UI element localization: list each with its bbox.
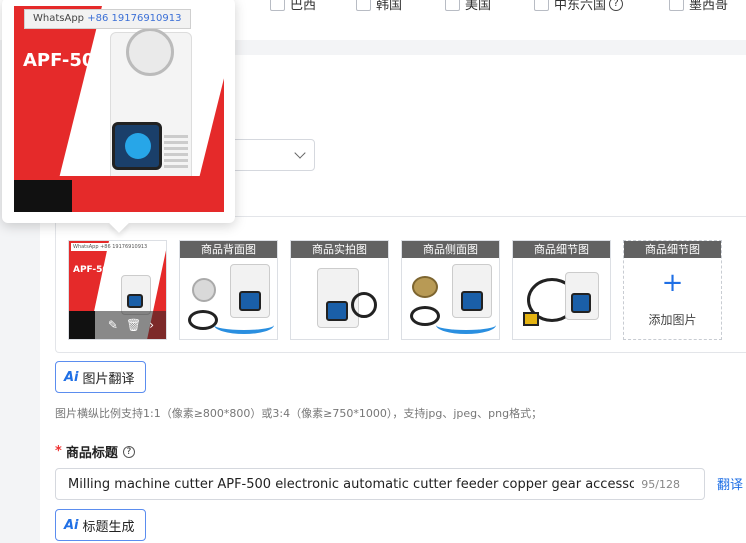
help-icon[interactable]: ?: [122, 445, 135, 458]
plus-icon: +: [661, 268, 684, 298]
thumb-product-name: APF-500: [73, 265, 115, 275]
slot-label: 商品背面图: [180, 241, 277, 258]
checkbox-icon[interactable]: [270, 0, 285, 11]
preview-image: WhatsApp +86 19176910913 APF-500: [14, 6, 224, 212]
image-slot-back[interactable]: 商品背面图: [179, 240, 278, 340]
dropdown-select[interactable]: [226, 139, 315, 171]
slot-label: 商品实拍图: [291, 241, 388, 258]
watermark-text: WhatsApp +86 19176910913: [71, 243, 150, 251]
preview-product-name: APF-500: [23, 50, 107, 71]
image-slot-real[interactable]: 商品实拍图: [290, 240, 389, 340]
slot-label: 商品侧面图: [402, 241, 499, 258]
product-title-label: * 商品标题 ?: [55, 442, 135, 461]
product-title-value[interactable]: Milling machine cutter APF-500 electroni…: [68, 477, 634, 492]
country-checkbox-usa[interactable]: 美国: [445, 0, 491, 13]
image-slot-detail[interactable]: 商品细节图: [512, 240, 611, 340]
help-icon[interactable]: ?: [609, 0, 624, 11]
chevron-right-icon[interactable]: ›: [149, 318, 154, 332]
add-image-label: 添加图片: [648, 313, 697, 327]
main-image-thumb[interactable]: WhatsApp +86 19176910913 APF-500 ✎ 🗑 ›: [68, 240, 167, 340]
image-translate-button[interactable]: Ai 图片翻译: [55, 361, 146, 393]
checkbox-icon[interactable]: [445, 0, 460, 11]
country-checkbox-mexico[interactable]: 墨西哥: [669, 0, 728, 13]
checkbox-icon[interactable]: [669, 0, 684, 11]
slot-label: 商品细节图: [624, 241, 721, 258]
watermark-text: WhatsApp +86 19176910913: [24, 9, 191, 29]
product-photo: [180, 258, 277, 339]
add-image-tile[interactable]: 商品细节图 + 添加图片: [623, 240, 722, 340]
translate-title-link[interactable]: 翻译: [717, 474, 743, 493]
generate-title-button[interactable]: Ai 标题生成: [55, 509, 146, 541]
product-photo: [513, 258, 610, 339]
image-redaction-block: [14, 180, 72, 212]
country-checkbox-brazil[interactable]: 巴西: [270, 0, 316, 13]
required-mark: *: [55, 444, 62, 459]
delete-icon[interactable]: 🗑: [126, 318, 141, 332]
image-redaction-block: [69, 311, 95, 339]
image-slot-side[interactable]: 商品侧面图: [401, 240, 500, 340]
country-checkbox-middle-east[interactable]: 中东六国?: [534, 0, 624, 13]
image-format-hint: 图片横纵比例支持1:1（像素≥800*800）或3:4（像素≥750*1000）…: [55, 407, 543, 420]
checkbox-icon[interactable]: [356, 0, 371, 11]
char-counter: 95/128: [641, 478, 680, 491]
image-preview-popover: WhatsApp +86 19176910913 APF-500: [2, 0, 235, 223]
checkbox-icon[interactable]: [534, 0, 549, 11]
chevron-down-icon: [294, 147, 306, 159]
product-photo: [291, 258, 388, 339]
machine-graphic: [121, 275, 151, 315]
product-title-input[interactable]: Milling machine cutter APF-500 electroni…: [55, 468, 705, 500]
edit-icon[interactable]: ✎: [108, 318, 118, 332]
product-photo: [402, 258, 499, 339]
slot-label: 商品细节图: [513, 241, 610, 258]
ai-icon: Ai: [64, 517, 79, 533]
ai-icon: Ai: [64, 369, 79, 385]
country-checkbox-korea[interactable]: 韩国: [356, 0, 402, 13]
